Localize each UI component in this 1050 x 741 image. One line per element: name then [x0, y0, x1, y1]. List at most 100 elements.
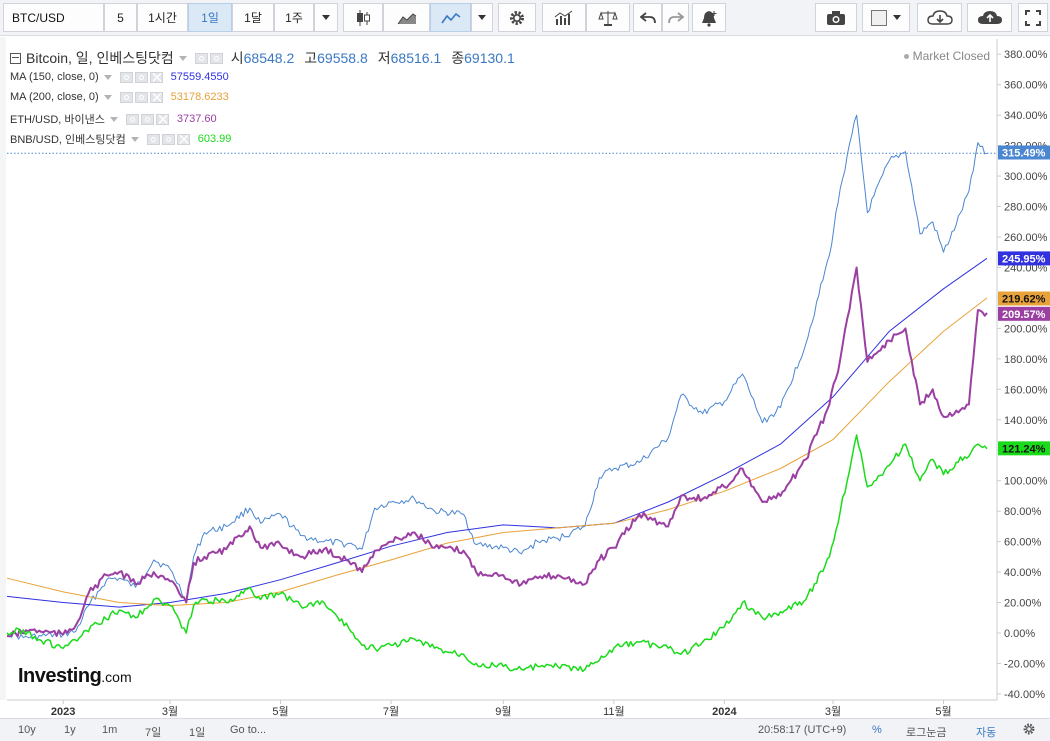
- undo-icon[interactable]: [633, 3, 662, 32]
- close-icon[interactable]: [155, 113, 169, 125]
- y-tick-label: 280.00%: [1004, 202, 1048, 214]
- x-tick-label: 2023: [51, 706, 75, 717]
- study-label: BNB/USD, 인베스팅닷컴: [10, 134, 126, 146]
- series-line: [6, 114, 988, 640]
- eye-icon[interactable]: [146, 133, 160, 145]
- goto-button[interactable]: Go to...: [230, 724, 266, 736]
- settings-gear-icon[interactable]: [498, 3, 536, 32]
- chart-area[interactable]: 380.00%360.00%340.00%320.00%300.00%280.0…: [0, 37, 1050, 717]
- eye-icon[interactable]: [119, 91, 133, 103]
- x-tick-label: 7월: [383, 705, 399, 717]
- close-label: 종: [451, 50, 465, 66]
- study-bnb: BNB/USD, 인베스팅닷컴 603.99: [10, 131, 231, 147]
- eye-icon[interactable]: [194, 52, 208, 64]
- y-tick-label: 60.00%: [1004, 537, 1042, 549]
- percent-toggle[interactable]: %: [872, 724, 882, 736]
- close-icon[interactable]: [149, 91, 163, 103]
- gear-icon[interactable]: [140, 113, 154, 125]
- symbol-input[interactable]: BTC/USD: [3, 3, 104, 32]
- y-tick-label: 180.00%: [1004, 354, 1048, 366]
- x-tick-label: 5월: [272, 705, 288, 717]
- gear-icon[interactable]: [134, 71, 148, 83]
- log-scale-toggle[interactable]: 로그눈금: [906, 724, 946, 740]
- logo-name: Investing: [18, 665, 102, 687]
- y-tick-label: 100.00%: [1004, 476, 1048, 488]
- y-tick-label: 0.00%: [1004, 628, 1035, 640]
- x-tick-label: 9월: [495, 705, 511, 717]
- x-tick-label: 5월: [935, 705, 951, 717]
- study-label: MA (150, close, 0): [10, 71, 99, 83]
- svg-text:219.62%: 219.62%: [1002, 293, 1046, 305]
- y-tick-label: 260.00%: [1004, 232, 1048, 244]
- cloud-download-icon[interactable]: [917, 3, 962, 32]
- gear-icon[interactable]: [161, 133, 175, 145]
- gear-icon[interactable]: [134, 91, 148, 103]
- y-tick-label: 40.00%: [1004, 567, 1042, 579]
- study-value: 603.99: [197, 133, 232, 145]
- range-7d[interactable]: 7일: [145, 724, 161, 740]
- bottom-settings-gear-icon[interactable]: [1022, 722, 1036, 739]
- gear-icon[interactable]: [209, 52, 223, 64]
- svg-text:209.57%: 209.57%: [1002, 309, 1046, 321]
- value-badge: 315.49%: [998, 145, 1050, 160]
- y-tick-label: 360.00%: [1004, 80, 1048, 92]
- market-status-text: Market Closed: [912, 49, 990, 63]
- y-tick-label: 200.00%: [1004, 323, 1048, 335]
- interval-5[interactable]: 5: [104, 3, 137, 32]
- series-line: [6, 434, 988, 673]
- cloud-upload-icon[interactable]: [967, 3, 1012, 32]
- alert-bell-icon[interactable]: [692, 3, 726, 32]
- clock-time: 20:58:17 (UTC+9): [758, 724, 847, 736]
- redo-icon[interactable]: [662, 3, 689, 32]
- open-value: 68548.2: [243, 50, 295, 66]
- interval-1h[interactable]: 1시간: [137, 3, 188, 32]
- color-box-icon[interactable]: [862, 3, 910, 32]
- x-tick-label: 11월: [603, 705, 625, 717]
- auto-scale-toggle[interactable]: 자동: [976, 724, 996, 740]
- series-line: [6, 297, 988, 607]
- study-value: 57559.4550: [170, 71, 229, 83]
- study-eth: ETH/USD, 바이낸스 3737.60: [10, 111, 217, 127]
- svg-text:121.24%: 121.24%: [1002, 443, 1046, 455]
- study-ma150: MA (150, close, 0) 57559.4550: [10, 71, 229, 83]
- logo-suffix: .com: [101, 669, 132, 685]
- x-tick-label: 3월: [162, 705, 178, 717]
- range-10y[interactable]: 10y: [18, 724, 36, 736]
- interval-1mo[interactable]: 1달: [232, 3, 274, 32]
- close-icon[interactable]: [176, 133, 190, 145]
- study-dropdown-icon[interactable]: [130, 136, 139, 142]
- interval-1w[interactable]: 1주: [274, 3, 314, 32]
- open-label: 시: [230, 50, 244, 66]
- legend-dropdown-icon[interactable]: [178, 55, 187, 61]
- area-chart-icon[interactable]: [383, 3, 430, 32]
- range-1y[interactable]: 1y: [64, 724, 76, 736]
- interval-dropdown-icon[interactable]: [314, 3, 338, 32]
- eye-icon[interactable]: [119, 71, 133, 83]
- camera-icon[interactable]: [815, 3, 857, 32]
- line-chart-icon[interactable]: [430, 3, 471, 32]
- study-dropdown-icon[interactable]: [103, 94, 112, 100]
- study-dropdown-icon[interactable]: [109, 116, 118, 122]
- candlestick-icon[interactable]: [343, 3, 383, 32]
- y-tick-label: 300.00%: [1004, 171, 1048, 183]
- y-tick-label: -20.00%: [1004, 658, 1045, 670]
- indicators-icon[interactable]: [542, 3, 586, 32]
- eye-icon[interactable]: [125, 113, 139, 125]
- study-value: 3737.60: [176, 113, 217, 125]
- study-dropdown-icon[interactable]: [103, 74, 112, 80]
- low-value: 68516.1: [390, 50, 442, 66]
- svg-text:245.95%: 245.95%: [1002, 253, 1046, 265]
- range-1d[interactable]: 1일: [189, 724, 205, 740]
- range-1m[interactable]: 1m: [102, 724, 117, 736]
- fullscreen-icon[interactable]: [1018, 3, 1048, 32]
- value-badge: 121.24%: [998, 441, 1050, 456]
- study-label: ETH/USD, 바이낸스: [10, 114, 105, 126]
- close-icon[interactable]: [149, 71, 163, 83]
- value-badge: 219.62%: [998, 291, 1050, 305]
- interval-1d[interactable]: 1일: [188, 3, 232, 32]
- chart-type-dropdown-icon[interactable]: [471, 3, 493, 32]
- legend-main: Bitcoin, 일, 인베스팅닷컴 시 68548.2 고 69558.8 저 68…: [10, 48, 515, 68]
- compare-scale-icon[interactable]: [586, 3, 630, 32]
- series-line: [6, 266, 988, 638]
- collapse-legend-icon[interactable]: [10, 52, 21, 64]
